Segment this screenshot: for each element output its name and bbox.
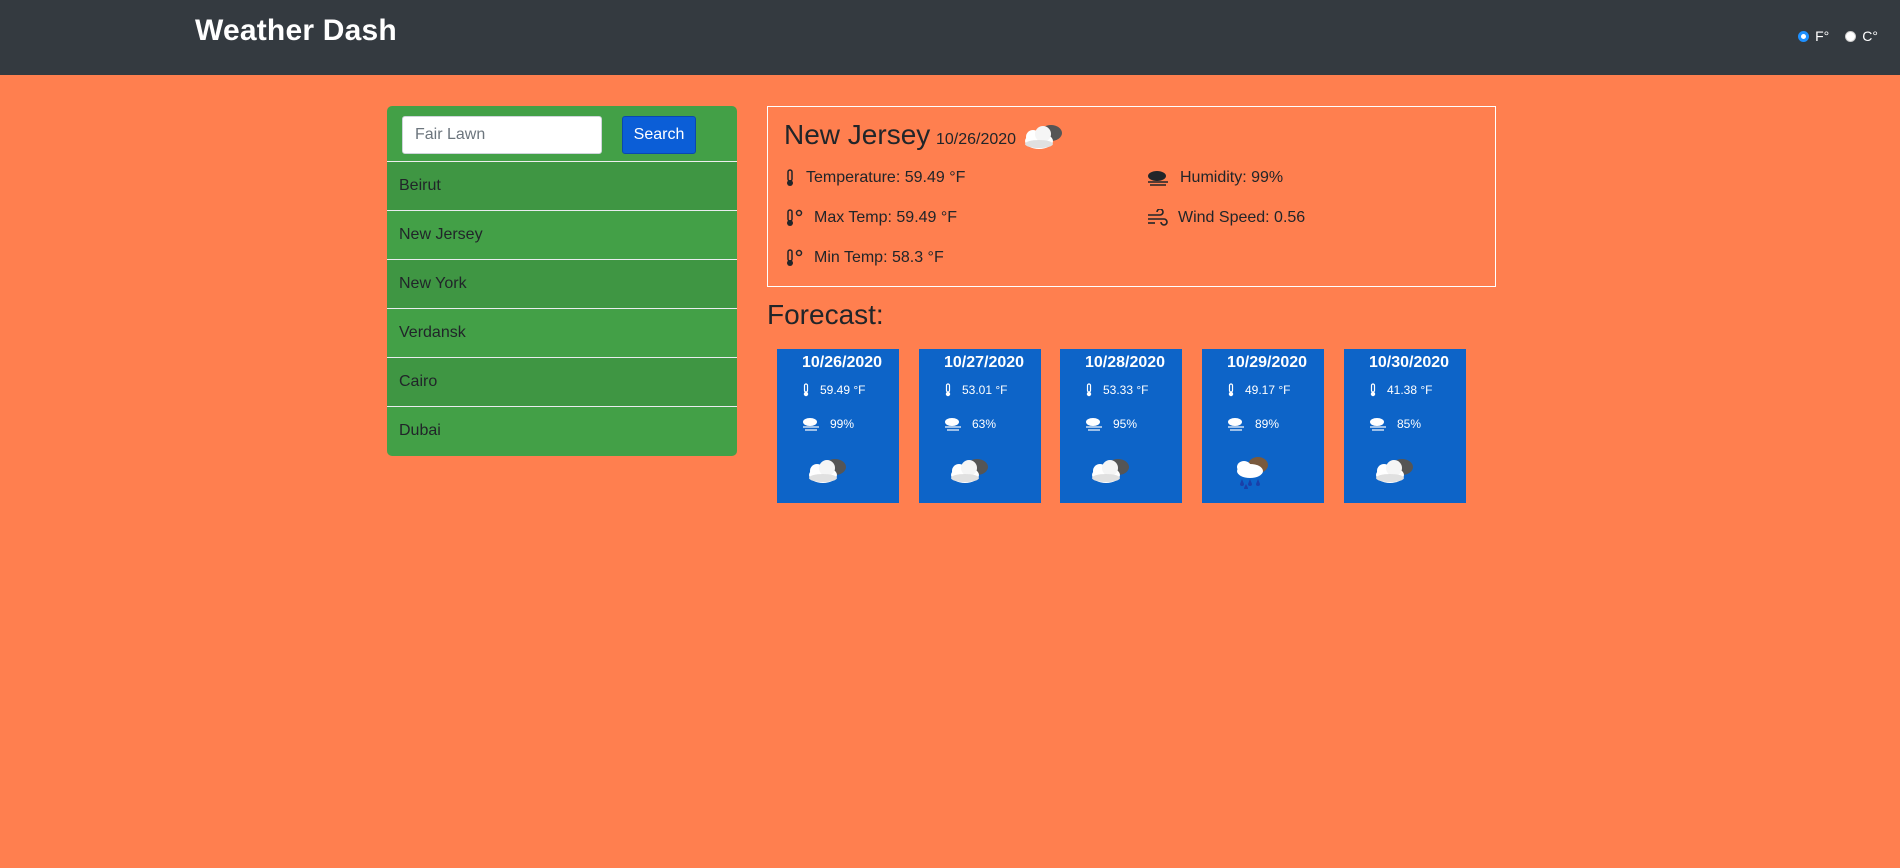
thermometer-icon: [803, 383, 809, 397]
forecast-humidity-text: 99%: [830, 417, 855, 431]
min-temp-stat: Min Temp: 58.3 °F: [784, 249, 944, 267]
wind-speed-text: Wind Speed: 0.56: [1178, 209, 1306, 226]
humidity-stat: Humidity: 99%: [1146, 169, 1283, 187]
city-list: Beirut New Jersey New York Verdansk Cair…: [387, 162, 737, 455]
forecast-card: 10/28/2020 53.33 °F 95%: [1060, 349, 1182, 503]
thermometer-icon: [1086, 383, 1092, 397]
city-item-cairo[interactable]: Cairo: [387, 358, 737, 407]
max-temp-text: Max Temp: 59.49 °F: [814, 209, 958, 226]
forecast-humidity-text: 85%: [1397, 417, 1422, 431]
fahrenheit-label[interactable]: F°: [1815, 28, 1829, 44]
forecast-date: 10/27/2020: [944, 354, 1025, 371]
forecast-humidity: 85%: [1369, 417, 1421, 431]
humidity-icon: [1370, 418, 1386, 431]
forecast-humidity: 89%: [1227, 417, 1279, 431]
current-weather-panel: New Jersey 10/26/2020 Temperature: 59.49…: [767, 106, 1496, 287]
search-row: Search: [387, 106, 737, 162]
humidity-icon: [803, 418, 819, 431]
unit-toggle: F° C°: [1798, 28, 1888, 44]
wind-speed-stat: Wind Speed: 0.56: [1146, 209, 1305, 227]
forecast-temp-text: 53.01 °F: [962, 383, 1008, 397]
forecast-temp: 53.33 °F: [1085, 383, 1149, 397]
city-item-new-york[interactable]: New York: [387, 260, 737, 309]
city-sidebar: Search Beirut New Jersey New York Verdan…: [387, 106, 737, 456]
forecast-humidity: 99%: [802, 417, 854, 431]
forecast-humidity: 95%: [1085, 417, 1137, 431]
partly-cloudy-icon: [805, 455, 851, 492]
thermometer-high-icon: [787, 209, 803, 226]
current-date: 10/26/2020: [936, 131, 1017, 148]
forecast-card: 10/26/2020 59.49 °F 99%: [777, 349, 899, 503]
humidity-icon: [1148, 171, 1168, 186]
humidity-icon: [1228, 418, 1244, 431]
current-city-name: New Jersey: [784, 119, 931, 150]
humidity-text: Humidity: 99%: [1180, 169, 1284, 186]
forecast-humidity: 63%: [944, 417, 996, 431]
forecast-date: 10/29/2020: [1227, 354, 1308, 371]
search-input[interactable]: [402, 116, 602, 154]
forecast-humidity-text: 95%: [1113, 417, 1138, 431]
forecast-temp: 53.01 °F: [944, 383, 1008, 397]
partly-cloudy-icon: [947, 455, 993, 492]
brand-title: Weather Dash: [195, 14, 397, 47]
forecast-temp-text: 41.38 °F: [1387, 383, 1433, 397]
forecast-temp: 41.38 °F: [1369, 383, 1433, 397]
thermometer-low-icon: [787, 249, 803, 266]
temperature-text: Temperature: 59.49 °F: [806, 169, 966, 186]
city-item-beirut[interactable]: Beirut: [387, 162, 737, 211]
humidity-icon: [1086, 418, 1102, 431]
rain-icon: [1230, 455, 1276, 494]
temperature-stat: Temperature: 59.49 °F: [784, 169, 965, 187]
forecast-temp: 49.17 °F: [1227, 383, 1291, 397]
forecast-humidity-text: 63%: [972, 417, 997, 431]
celsius-radio[interactable]: [1845, 30, 1857, 42]
search-button[interactable]: Search: [622, 116, 696, 154]
navbar: Weather Dash F° C°: [0, 0, 1900, 75]
forecast-temp-text: 49.17 °F: [1245, 383, 1291, 397]
forecast-temp-text: 53.33 °F: [1103, 383, 1149, 397]
partly-cloudy-icon: [1021, 121, 1067, 158]
partly-cloudy-icon: [1372, 455, 1418, 492]
partly-cloudy-icon: [1088, 455, 1134, 492]
wind-icon: [1148, 209, 1168, 226]
humidity-icon: [945, 418, 961, 431]
fahrenheit-radio[interactable]: [1798, 30, 1810, 42]
forecast-date: 10/30/2020: [1369, 354, 1450, 371]
celsius-label[interactable]: C°: [1862, 28, 1878, 44]
thermometer-icon: [1228, 383, 1234, 397]
thermometer-icon: [787, 169, 793, 186]
city-item-verdansk[interactable]: Verdansk: [387, 309, 737, 358]
min-temp-text: Min Temp: 58.3 °F: [814, 249, 944, 266]
forecast-temp: 59.49 °F: [802, 383, 866, 397]
forecast-card: 10/30/2020 41.38 °F 85%: [1344, 349, 1466, 503]
thermometer-icon: [945, 383, 951, 397]
forecast-temp-text: 59.49 °F: [820, 383, 866, 397]
forecast-card: 10/29/2020 49.17 °F 89%: [1202, 349, 1324, 503]
city-item-dubai[interactable]: Dubai: [387, 407, 737, 455]
max-temp-stat: Max Temp: 59.49 °F: [784, 209, 957, 227]
forecast-date: 10/26/2020: [802, 354, 883, 371]
forecast-humidity-text: 89%: [1255, 417, 1280, 431]
forecast-title: Forecast:: [767, 299, 884, 330]
forecast-card: 10/27/2020 53.01 °F 63%: [919, 349, 1041, 503]
city-item-new-jersey[interactable]: New Jersey: [387, 211, 737, 260]
forecast-date: 10/28/2020: [1085, 354, 1166, 371]
thermometer-icon: [1370, 383, 1376, 397]
